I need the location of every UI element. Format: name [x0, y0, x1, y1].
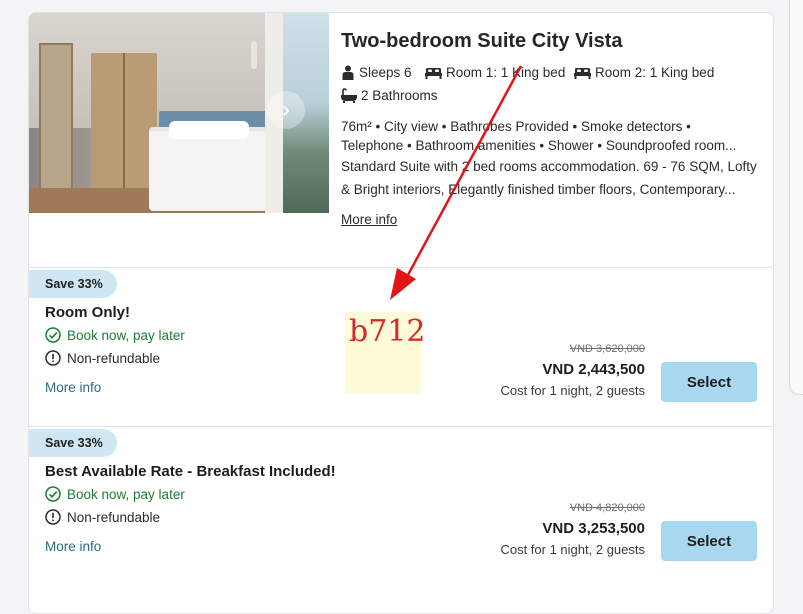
annotation-arrow	[390, 65, 523, 300]
